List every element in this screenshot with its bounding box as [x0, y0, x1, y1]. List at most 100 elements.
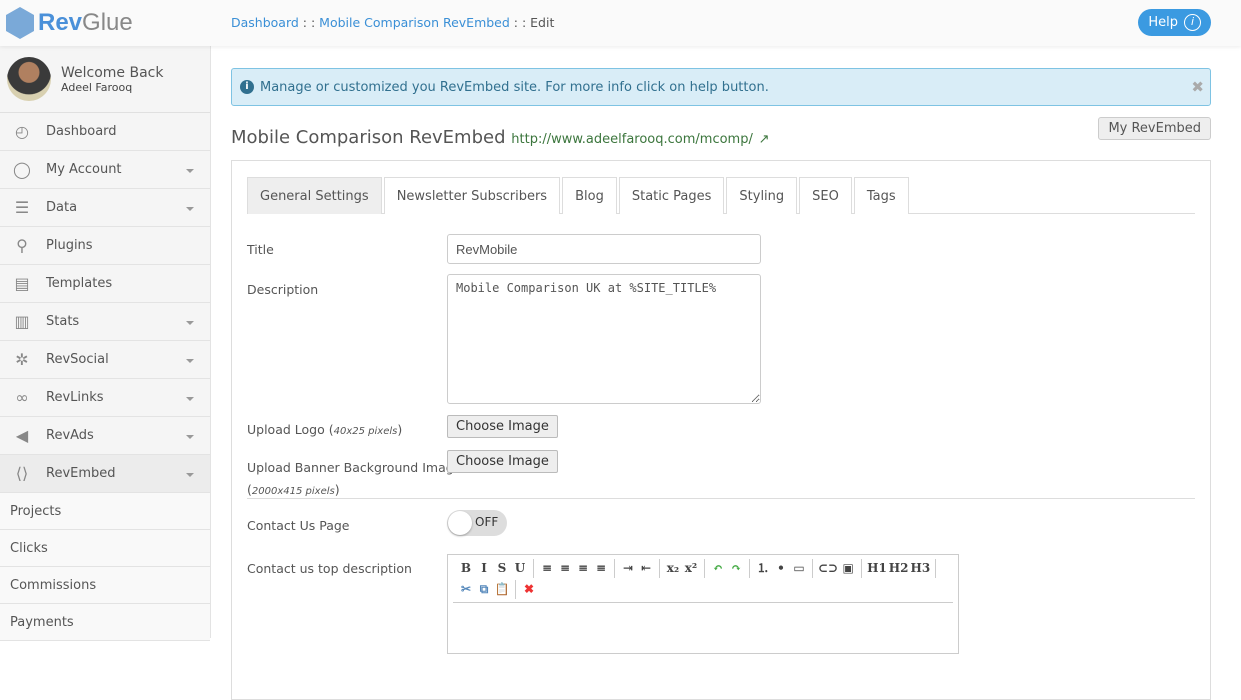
sidebar-subitem-payments[interactable]: Payments: [0, 604, 210, 641]
sidebar-item-label: Data: [46, 200, 78, 215]
toolbar-button-14-icon[interactable]: x²: [683, 559, 699, 578]
toolbar-button-20-icon[interactable]: •: [773, 559, 789, 578]
toolbar-button-16-icon[interactable]: ↶: [710, 559, 726, 578]
contact-desc-label: Contact us top description: [247, 561, 412, 576]
templates-icon: ▤: [14, 274, 30, 293]
sep: : :: [509, 15, 531, 30]
toolbar-button-21-icon[interactable]: ▭: [791, 559, 807, 578]
toolbar-button-28-icon[interactable]: H3: [910, 559, 930, 578]
toolbar-button-30-icon[interactable]: ✂: [458, 580, 474, 599]
sidebar-item-my-account[interactable]: ◯ My Account: [0, 151, 210, 189]
toolbar-separator: [704, 559, 705, 578]
toolbar-button-27-icon[interactable]: H2: [889, 559, 909, 578]
toolbar-button-0-icon[interactable]: B: [458, 559, 474, 578]
settings-panel: General Settings Newsletter Subscribers Bl…: [231, 160, 1211, 700]
user-welcome: Welcome Back Adeel Farooq: [0, 46, 210, 113]
breadcrumb-project[interactable]: Mobile Comparison RevEmbed: [319, 15, 510, 30]
logo-label-text: Upload Logo: [247, 422, 325, 437]
toggle-knob: [448, 511, 472, 535]
sidebar-item-label: RevSocial: [46, 352, 109, 367]
sidebar: Welcome Back Adeel Farooq ◴ Dashboard ◯ My A…: [0, 46, 211, 641]
description-textarea[interactable]: Mobile Comparison UK at %SITE_TITLE%: [447, 274, 761, 404]
contact-page-toggle[interactable]: OFF: [447, 510, 507, 536]
toolbar-button-26-icon[interactable]: H1: [867, 559, 887, 578]
choose-banner-button[interactable]: Choose Image: [447, 450, 558, 473]
sidebar-item-label: RevAds: [46, 428, 94, 443]
editor-toolbar: B I S U ≡ ≡ ≡ ≡ ⇥ ⇤ x₂ x² ↶ ↷ ⒈ • ▭ ⊂⊃ ▣ H1 H2 H3 ✂ ⧉ 📋 ✖: [453, 555, 953, 603]
title-label: Title: [247, 242, 274, 257]
breadcrumb-dashboard[interactable]: Dashboard: [231, 15, 299, 30]
tab-blog[interactable]: Blog: [562, 177, 617, 214]
toolbar-separator: [515, 580, 516, 599]
toolbar-button-8-icon[interactable]: ≡: [593, 559, 609, 578]
title-input[interactable]: [447, 234, 761, 264]
chevron-down-icon: [186, 473, 194, 481]
toolbar-button-1-icon[interactable]: I: [476, 559, 492, 578]
contact-page-label: Contact Us Page: [247, 518, 350, 533]
toolbar-button-7-icon[interactable]: ≡: [575, 559, 591, 578]
sidebar-item-label: Templates: [46, 276, 113, 291]
toolbar-button-34-icon[interactable]: ✖: [521, 580, 537, 599]
rich-text-editor[interactable]: B I S U ≡ ≡ ≡ ≡ ⇥ ⇤ x₂ x² ↶ ↷ ⒈ • ▭ ⊂⊃ ▣ H1 H2 H3 ✂ ⧉ 📋 ✖: [447, 554, 959, 654]
sidebar-subitem-clicks[interactable]: Clicks: [0, 530, 210, 567]
description-label: Description: [247, 282, 319, 297]
plugins-icon: ⚲: [16, 236, 28, 255]
choose-logo-button[interactable]: Choose Image: [447, 415, 558, 438]
toolbar-button-11-icon[interactable]: ⇤: [638, 559, 654, 578]
tab-styling[interactable]: Styling: [726, 177, 798, 214]
sidebar-subitem-commissions[interactable]: Commissions: [0, 567, 210, 604]
tab-static-pages[interactable]: Static Pages: [618, 177, 725, 214]
sidebar-item-revsocial[interactable]: ✲ RevSocial: [0, 341, 210, 379]
toolbar-button-19-icon[interactable]: ⒈: [755, 559, 771, 578]
sidebar-item-revads[interactable]: ◀ RevAds: [0, 417, 210, 455]
banner-hint: 2000x415 pixels: [251, 486, 335, 497]
sidebar-item-stats[interactable]: ▥ Stats: [0, 303, 210, 341]
sidebar-item-data[interactable]: ☰ Data: [0, 189, 210, 227]
logo-rev: Rev: [38, 9, 83, 36]
avatar: [7, 57, 51, 101]
sidebar-item-dashboard[interactable]: ◴ Dashboard: [0, 113, 210, 151]
toolbar-button-23-icon[interactable]: ⊂⊃: [818, 559, 838, 578]
revsocial-icon: ✲: [15, 350, 29, 369]
toolbar-button-13-icon[interactable]: x₂: [665, 559, 681, 578]
toolbar-button-2-icon[interactable]: S: [494, 559, 510, 578]
tab-newsletter-subscribers[interactable]: Newsletter Subscribers: [383, 177, 561, 214]
external-link-icon[interactable]: ↗: [759, 132, 770, 147]
tab-general-settings[interactable]: General Settings: [247, 177, 382, 214]
tab-seo[interactable]: SEO: [799, 177, 852, 214]
logo-icon: [6, 7, 34, 39]
chevron-down-icon: [186, 207, 194, 215]
site-url-link[interactable]: http://www.adeelfarooq.com/mcomp/: [511, 132, 753, 147]
sidebar-subitem-projects[interactable]: Projects: [0, 493, 210, 530]
sidebar-item-templates[interactable]: ▤ Templates: [0, 265, 210, 303]
tabs: General Settings Newsletter Subscribers Bl…: [247, 177, 1195, 214]
sidebar-item-label: RevLinks: [46, 390, 104, 405]
toolbar-separator: [533, 559, 534, 578]
revlinks-icon: ∞: [15, 388, 29, 407]
sidebar-item-revlinks[interactable]: ∞ RevLinks: [0, 379, 210, 417]
revglue-logo[interactable]: RevGlue: [6, 7, 133, 39]
toolbar-separator: [614, 559, 615, 578]
toolbar-button-17-icon[interactable]: ↷: [728, 559, 744, 578]
info-icon: i: [240, 80, 254, 94]
toolbar-button-32-icon[interactable]: 📋: [494, 580, 510, 599]
info-icon: i: [1184, 14, 1201, 31]
my-revembed-button[interactable]: My RevEmbed: [1098, 117, 1211, 140]
info-alert: i Manage or customized you RevEmbed site.…: [231, 68, 1211, 106]
sidebar-item-plugins[interactable]: ⚲ Plugins: [0, 227, 210, 265]
toolbar-button-6-icon[interactable]: ≡: [557, 559, 573, 578]
help-button[interactable]: Help i: [1138, 9, 1211, 36]
toolbar-button-24-icon[interactable]: ▣: [840, 559, 856, 578]
toolbar-button-10-icon[interactable]: ⇥: [620, 559, 636, 578]
tab-tags[interactable]: Tags: [853, 177, 909, 214]
toolbar-button-3-icon[interactable]: U: [512, 559, 528, 578]
toolbar-button-5-icon[interactable]: ≡: [539, 559, 555, 578]
sidebar-item-revembed[interactable]: ⟨⟩ RevEmbed: [0, 455, 210, 493]
chevron-down-icon: [186, 435, 194, 443]
close-icon[interactable]: ✖: [1191, 78, 1204, 96]
toolbar-separator: [659, 559, 660, 578]
sidebar-item-label: Plugins: [46, 238, 93, 253]
toolbar-button-31-icon[interactable]: ⧉: [476, 580, 492, 599]
upload-banner-label: Upload Banner Background Image (2000x415 …: [247, 460, 462, 497]
sidebar-item-label: RevEmbed: [46, 466, 116, 481]
